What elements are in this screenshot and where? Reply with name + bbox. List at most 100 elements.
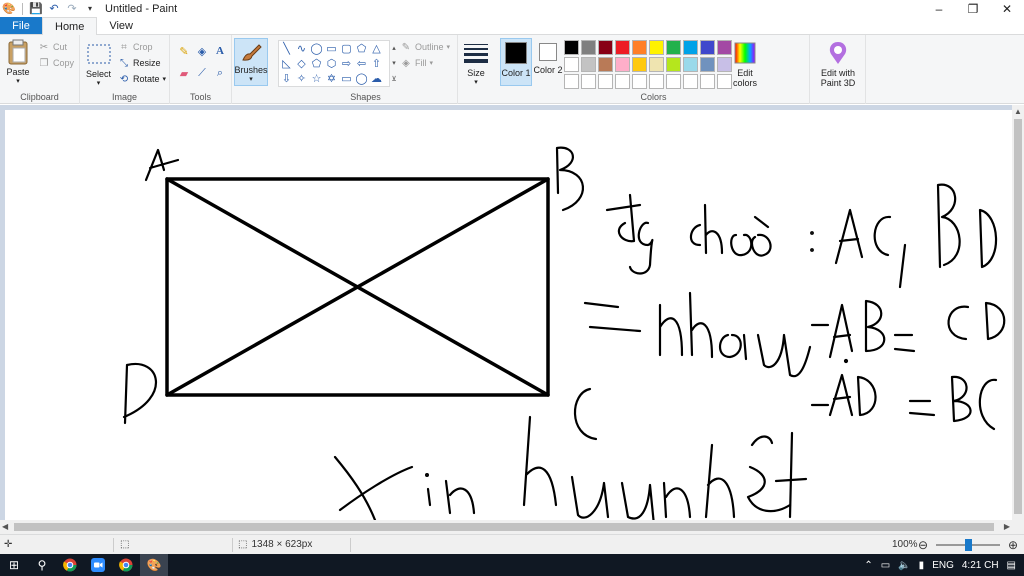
five-point-star-shape-icon[interactable]: ☆ [309, 71, 324, 86]
resize-button[interactable]: ⤡ Resize [118, 57, 161, 69]
palette-swatch[interactable] [564, 74, 579, 89]
palette-swatch[interactable] [717, 74, 732, 89]
eraser-icon[interactable]: ▰ [176, 65, 192, 81]
palette-swatch[interactable] [666, 74, 681, 89]
palette-swatch[interactable] [581, 40, 596, 55]
chrome-icon[interactable] [56, 554, 84, 576]
notifications-icon[interactable]: ▤ [1007, 560, 1016, 571]
magnifier-icon[interactable]: ⌕ [212, 65, 228, 81]
zoom-slider-thumb[interactable] [965, 539, 972, 551]
paste-button[interactable]: Paste ▾ [6, 39, 30, 85]
customize-qa-icon[interactable]: ▾ [83, 2, 97, 16]
palette-swatch[interactable] [683, 40, 698, 55]
palette-swatch[interactable] [615, 57, 630, 72]
scroll-down-icon[interactable]: ▾ [392, 59, 396, 67]
scroll-up-icon[interactable]: ▴ [392, 44, 396, 52]
palette-swatch[interactable] [564, 40, 579, 55]
palette-swatch[interactable] [717, 40, 732, 55]
palette-swatch[interactable] [581, 57, 596, 72]
hexagon-shape-icon[interactable]: ⬡ [324, 56, 339, 71]
undo-icon[interactable]: ↶ [47, 2, 61, 16]
palette-swatch[interactable] [649, 57, 664, 72]
palette-swatch[interactable] [598, 74, 613, 89]
scroll-up-arrow-icon[interactable]: ▲ [1014, 107, 1022, 116]
pencil-icon[interactable]: ✎ [176, 43, 192, 59]
tab-home[interactable]: Home [42, 17, 98, 35]
tab-file[interactable]: File [0, 17, 42, 34]
chrome-profile-icon[interactable] [112, 554, 140, 576]
maximize-button[interactable]: ❐ [956, 0, 990, 17]
palette-swatch[interactable] [666, 40, 681, 55]
diamond-shape-icon[interactable]: ◇ [294, 56, 309, 71]
paint-taskbar-icon[interactable]: 🎨 [140, 554, 168, 576]
palette-swatch[interactable] [598, 40, 613, 55]
triangle-shape-icon[interactable]: △ [369, 41, 384, 56]
right-triangle-shape-icon[interactable]: ◺ [279, 56, 294, 71]
outline-button[interactable]: ✎ Outline ▾ [400, 41, 450, 53]
rotate-button[interactable]: ⟲ Rotate ▾ [118, 73, 166, 85]
horizontal-scroll-thumb[interactable] [14, 523, 994, 531]
crop-button[interactable]: ⌗ Crop [118, 41, 152, 53]
oval-shape-icon[interactable]: ◯ [309, 41, 324, 56]
right-arrow-shape-icon[interactable]: ⇨ [339, 56, 354, 71]
text-icon[interactable]: A [212, 43, 228, 59]
scroll-right-arrow-icon[interactable]: ▶ [1004, 522, 1010, 531]
palette-swatch[interactable] [581, 74, 596, 89]
up-arrow-shape-icon[interactable]: ⇧ [369, 56, 384, 71]
palette-swatch[interactable] [683, 57, 698, 72]
windows-start-icon[interactable]: ⊞ [0, 554, 28, 576]
zoom-in-button[interactable]: ⊕ [1008, 535, 1018, 554]
horizontal-scrollbar[interactable]: ◀ ▶ [0, 520, 1024, 534]
palette-swatch[interactable] [615, 74, 630, 89]
save-icon[interactable]: 💾 [29, 2, 43, 16]
show-hidden-icons-icon[interactable]: ⌃ [864, 560, 872, 571]
six-point-star-shape-icon[interactable]: ✡ [324, 71, 339, 86]
rectangle-shape-icon[interactable]: ▭ [324, 41, 339, 56]
edit-with-paint3d-button[interactable]: Edit with Paint 3D [814, 40, 862, 88]
four-point-star-shape-icon[interactable]: ✧ [294, 71, 309, 86]
palette-swatch[interactable] [649, 40, 664, 55]
zoom-app-icon[interactable] [84, 554, 112, 576]
down-arrow-shape-icon[interactable]: ⇩ [279, 71, 294, 86]
left-arrow-shape-icon[interactable]: ⇦ [354, 56, 369, 71]
palette-swatch[interactable] [564, 57, 579, 72]
edit-colors-button[interactable]: Edit colors [730, 40, 760, 88]
palette-swatch[interactable] [700, 74, 715, 89]
palette-swatch[interactable] [700, 57, 715, 72]
palette-swatch[interactable] [632, 40, 647, 55]
size-button[interactable]: Size ▾ [464, 40, 488, 86]
scroll-left-arrow-icon[interactable]: ◀ [2, 522, 8, 531]
pentagon-shape-icon[interactable]: ⬠ [309, 56, 324, 71]
palette-swatch[interactable] [717, 57, 732, 72]
copy-button[interactable]: ❐ Copy [38, 57, 75, 69]
palette-swatch[interactable] [632, 57, 647, 72]
cut-button[interactable]: ✂ Cut [38, 41, 67, 53]
color1-button[interactable]: Color 1 [500, 38, 532, 86]
callout-cloud-shape-icon[interactable]: ☁ [369, 71, 384, 86]
palette-swatch[interactable] [700, 40, 715, 55]
palette-swatch[interactable] [683, 74, 698, 89]
rounded-rectangle-shape-icon[interactable]: ▢ [339, 41, 354, 56]
palette-swatch[interactable] [598, 57, 613, 72]
select-button[interactable]: Select ▾ [86, 41, 111, 87]
shapes-scroll[interactable]: ▴ ▾ ⊻ [390, 40, 398, 87]
language-indicator[interactable]: ENG [932, 560, 954, 571]
clock[interactable]: 4:21 CH [962, 560, 999, 571]
callout-rect-shape-icon[interactable]: ▭ [339, 71, 354, 86]
fill-bucket-icon[interactable]: ◈ [194, 43, 210, 59]
volume-icon[interactable]: 🔈 [898, 560, 910, 571]
color-picker-icon[interactable]: ⟋ [194, 65, 210, 81]
curve-shape-icon[interactable]: ∿ [294, 41, 309, 56]
battery-icon[interactable]: ▮ [919, 560, 925, 571]
close-button[interactable]: ✕ [990, 0, 1024, 17]
tab-view[interactable]: View [97, 17, 145, 34]
vertical-scrollbar[interactable]: ▲ [1012, 105, 1024, 520]
palette-swatch[interactable] [666, 57, 681, 72]
color2-button[interactable]: Color 2 [532, 38, 564, 86]
zoom-out-button[interactable]: ⊖ [918, 535, 928, 554]
fill-button[interactable]: ◈ Fill ▾ [400, 57, 433, 69]
minimize-button[interactable]: – [922, 0, 956, 17]
line-shape-icon[interactable]: ╲ [279, 41, 294, 56]
polygon-shape-icon[interactable]: ⬠ [354, 41, 369, 56]
redo-icon[interactable]: ↷ [65, 2, 79, 16]
